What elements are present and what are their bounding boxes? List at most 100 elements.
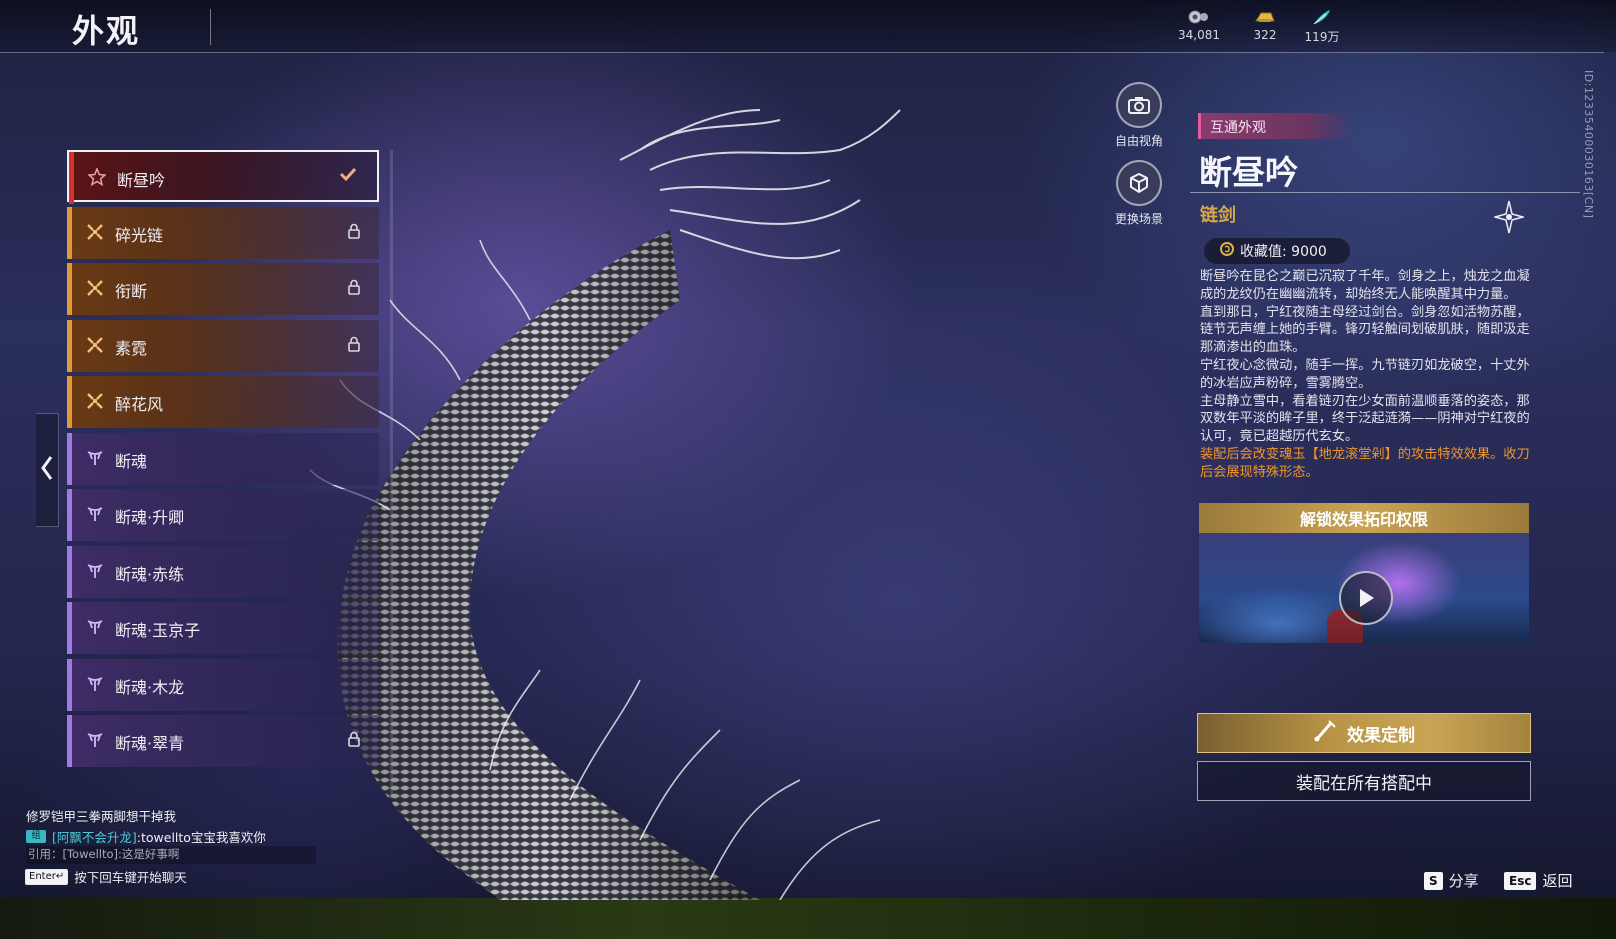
compass-icon[interactable] [1492, 200, 1526, 238]
currency-jade-feather[interactable]: 119万 [1294, 6, 1350, 45]
chevron-left-icon [40, 455, 54, 485]
desc-paragraph: 宁红夜心念微动，随手一挥。九节链刃如龙破空，十丈外的冰岩应声粉碎，雪雾腾空。 [1200, 357, 1530, 391]
top-divider [0, 52, 1604, 53]
item-description: 断昼吟在昆仑之巅已沉寂了千年。剑身之上，烛龙之血凝成的龙纹仍在幽幽流转，却始终无… [1200, 268, 1530, 482]
list-item[interactable]: 断昼吟 [67, 150, 379, 204]
appearance-list: 断昼吟碎光链衔断素霓醉花风断魂断魂·升卿断魂·赤练断魂·玉京子断魂·木龙断魂·翠… [67, 150, 387, 798]
list-item[interactable]: 醉花风 [67, 376, 379, 428]
effect-video-thumbnail[interactable] [1199, 533, 1529, 643]
chat-message: 修罗铠甲三拳两脚想干掉我 [26, 809, 177, 824]
list-item[interactable]: 素霓 [67, 319, 379, 372]
share-label: 分享 [1448, 872, 1479, 890]
list-item[interactable]: 断魂·木龙 [67, 658, 379, 711]
list-item-label: 断魂·赤练 [115, 564, 185, 584]
list-item-label: 醉花风 [115, 395, 164, 414]
top-bar [0, 0, 1616, 52]
chat-text: :towellto宝宝我喜欢你 [136, 829, 266, 845]
weapon-type: 链剑 [1200, 205, 1236, 226]
chat-message: 组 [阿飘不会升龙] :towellto宝宝我喜欢你 [26, 826, 316, 846]
desc-paragraph: 直到那日，宁红夜随主母经过剑台。剑身忽如活物苏醒，链节无声缠上她的手臂。锋刃轻触… [1200, 304, 1530, 356]
trident-icon [85, 729, 105, 751]
player-id: ID:12335400030163[CN] [1582, 70, 1595, 219]
trident-icon [85, 673, 105, 695]
play-icon[interactable] [1339, 571, 1393, 625]
check-icon [339, 166, 357, 186]
rarity-bar [67, 376, 72, 428]
list-item[interactable]: 碎光链 [67, 206, 379, 259]
enter-key: Enter↵ [25, 868, 69, 885]
rarity-bar [67, 658, 72, 711]
rune-icon [85, 334, 105, 356]
rune-icon [85, 221, 105, 243]
list-scrollbar[interactable] [390, 150, 393, 798]
camera-icon [1116, 82, 1162, 128]
list-item[interactable]: 断魂 [67, 432, 379, 485]
rune-icon [85, 277, 105, 299]
list-item-label: 断魂·木龙 [115, 677, 185, 697]
collapse-list-button[interactable] [36, 413, 59, 527]
rarity-bar [67, 545, 72, 598]
lock-icon [347, 731, 361, 751]
share-key: S [1424, 871, 1443, 890]
name-divider [1190, 192, 1580, 193]
list-item-label: 断魂·翠青 [115, 734, 185, 753]
list-item-label: 断魂·升卿 [115, 508, 185, 527]
unlock-title: 解锁效果拓印权限 [1199, 503, 1529, 533]
rarity-bar [67, 602, 72, 654]
rune-icon [85, 390, 105, 412]
lock-icon [347, 223, 361, 243]
currency-value: 119万 [1304, 30, 1340, 44]
collection-value: 收藏值: 9000 [1240, 244, 1327, 260]
rarity-bar [67, 206, 72, 259]
page-title: 外观 [72, 12, 141, 50]
list-item-label: 断魂 [115, 451, 148, 471]
title-separator [210, 9, 211, 45]
list-item-label: 素霓 [115, 338, 148, 358]
trident-icon [85, 616, 105, 638]
currency-value: 34,081 [1178, 28, 1220, 42]
desc-paragraph: 主母静立雪中，看着链刃在少女面前温顺垂落的姿态，那双数年平淡的眸子里，终于泛起涟… [1200, 393, 1530, 445]
list-item-label: 断昼吟 [117, 171, 166, 190]
trident-icon [85, 503, 105, 525]
share-hint[interactable]: S 分享 [1424, 870, 1479, 891]
list-item[interactable]: 断魂·翠青 [67, 715, 379, 767]
cube-icon [1116, 160, 1162, 206]
chat-panel: 修罗铠甲三拳两脚想干掉我 组 [阿飘不会升龙] :towellto宝宝我喜欢你 … [26, 806, 316, 864]
desc-paragraph: 断昼吟在昆仑之巅已沉寂了千年。剑身之上，烛龙之血凝成的龙纹仍在幽幽流转，却始终无… [1200, 269, 1530, 302]
gear-coin-icon [1187, 6, 1211, 28]
currency-gold-ingot[interactable]: 322 [1237, 6, 1293, 42]
collection-value-badge: 收藏值: 9000 [1204, 238, 1350, 264]
currency-value: 322 [1253, 28, 1277, 42]
chat-input-hint[interactable]: Enter↵ 按下回车键开始聊天 [25, 867, 187, 886]
free-view-label: 自由视角 [1114, 134, 1163, 148]
change-scene-label: 更换场景 [1114, 212, 1163, 226]
unlock-effect-preview[interactable]: 解锁效果拓印权限 [1199, 503, 1529, 643]
trident-icon [85, 560, 105, 582]
back-hint[interactable]: Esc 返回 [1504, 870, 1572, 891]
list-item-label: 碎光链 [115, 225, 164, 245]
enter-hint-text: 按下回车键开始聊天 [74, 870, 187, 885]
team-tag-icon: 组 [26, 829, 46, 843]
item-name: 断昼吟 [1199, 153, 1298, 192]
lock-icon [347, 336, 361, 356]
rarity-bar [67, 319, 72, 372]
equip-all-button[interactable]: 装配在所有搭配中 [1197, 761, 1531, 801]
rarity-bar [67, 715, 72, 767]
change-scene-button[interactable]: 更换场景 [1104, 160, 1174, 227]
currency-gear-coin[interactable]: 34,081 [1171, 6, 1227, 42]
rarity-bar [67, 432, 72, 485]
effect-note: 装配后会改变魂玉【地龙滚堂剁】的攻击特效效果。收刀后会展现特殊形态。 [1200, 446, 1530, 480]
list-item[interactable]: 断魂·升卿 [67, 489, 379, 541]
free-view-button[interactable]: 自由视角 [1104, 82, 1174, 149]
chat-sender[interactable]: [阿飘不会升龙] [52, 827, 137, 846]
list-item[interactable]: 断魂·玉京子 [67, 602, 379, 654]
cross-platform-tag-label: 互通外观 [1210, 120, 1266, 136]
effect-customize-button[interactable]: 效果定制 [1197, 713, 1531, 753]
star-icon [87, 166, 107, 188]
list-item[interactable]: 衔断 [67, 263, 379, 315]
cross-platform-tag: 互通外观 [1198, 113, 1354, 139]
list-item-label: 衔断 [115, 282, 148, 301]
list-item[interactable]: 断魂·赤练 [67, 545, 379, 598]
brush-icon [1313, 719, 1339, 748]
lock-icon [347, 279, 361, 299]
